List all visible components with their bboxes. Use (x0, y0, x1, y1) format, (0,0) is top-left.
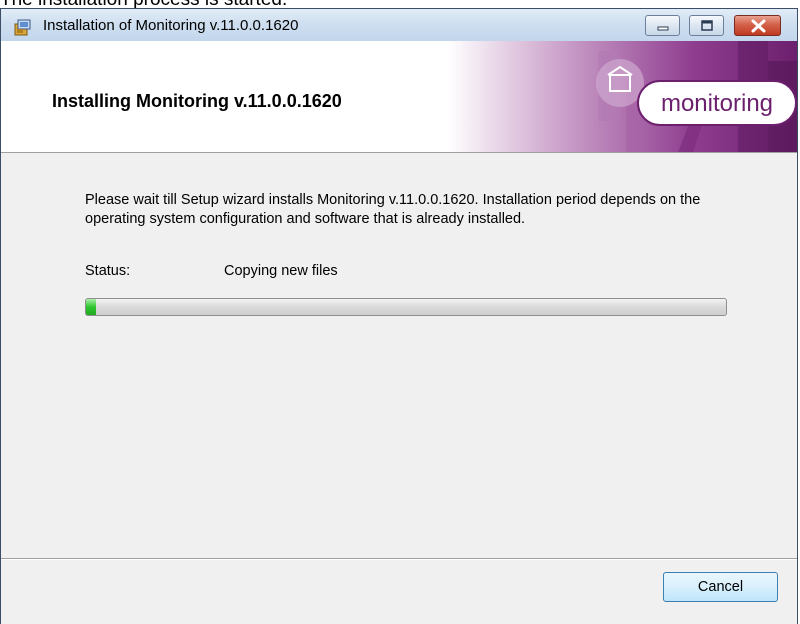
maximize-icon (701, 20, 713, 31)
maximize-button[interactable] (689, 15, 724, 36)
description-text: Please wait till Setup wizard installs M… (85, 192, 701, 227)
status-value: Copying new files (224, 263, 338, 279)
wizard-content: Please wait till Setup wizard installs M… (1, 153, 797, 551)
status-label: Status: (85, 263, 131, 279)
installer-icon (13, 17, 33, 37)
wizard-header: Installing Monitoring v.11.0.0.1620 moni… (1, 41, 797, 153)
window-title: Installation of Monitoring v.11.0.0.1620 (43, 17, 299, 34)
minimize-button[interactable] (645, 15, 680, 36)
progress-bar (85, 298, 727, 316)
monitoring-banner: monitoring (448, 41, 797, 152)
footer-divider-highlight (1, 559, 797, 560)
cancel-button[interactable]: Cancel (663, 572, 778, 602)
title-bar[interactable]: Installation of Monitoring v.11.0.0.1620 (1, 9, 797, 42)
brand-logo: monitoring (661, 90, 773, 117)
minimize-icon (657, 26, 669, 31)
header-title: Installing Monitoring v.11.0.0.1620 (52, 91, 342, 111)
close-button[interactable] (734, 15, 781, 36)
close-icon (751, 19, 766, 33)
progress-fill (86, 299, 96, 315)
installer-window: Installation of Monitoring v.11.0.0.1620… (0, 8, 798, 624)
